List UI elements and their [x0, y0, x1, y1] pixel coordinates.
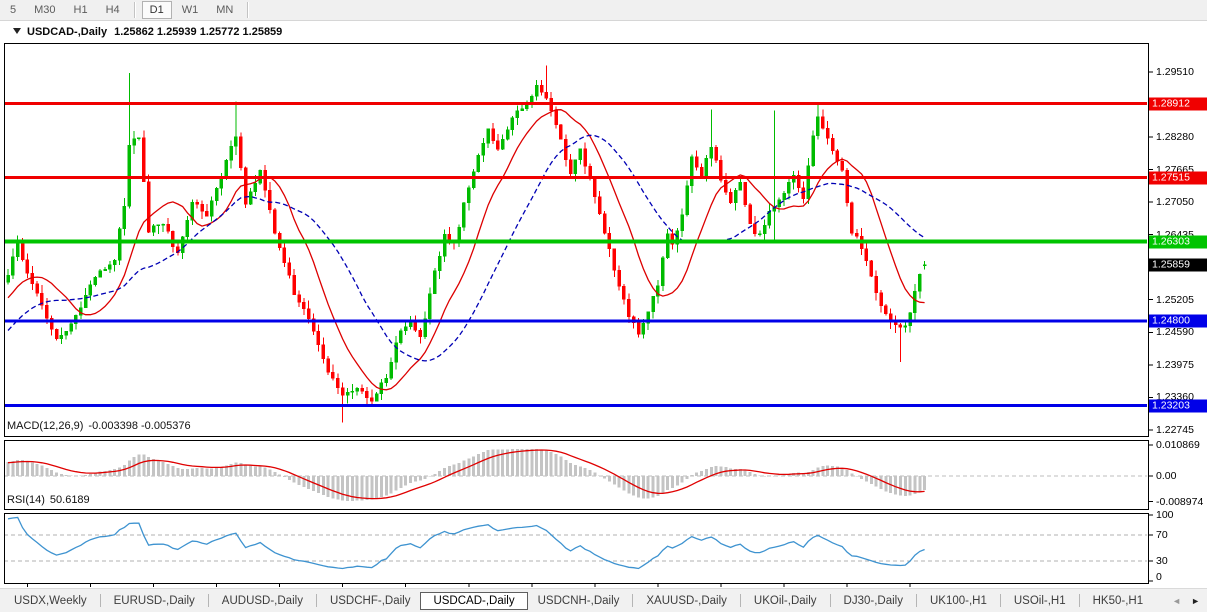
rsi-axis-label: 0 [1156, 571, 1162, 583]
rsi-axis-label: 30 [1156, 555, 1168, 568]
tab-separator [999, 594, 1001, 607]
price-badge: 1.25859 [1149, 258, 1207, 272]
timeframe-m30[interactable]: M30 [26, 1, 63, 19]
chart-window: USDCAD-,Daily 1.25862 1.25939 1.25772 1.2… [0, 21, 1207, 601]
tab-separator [829, 594, 831, 607]
chart-canvas[interactable] [0, 21, 1207, 588]
chart-title: USDCAD-,Daily 1.25862 1.25939 1.25772 1.2… [13, 26, 282, 38]
tab-separator [632, 594, 634, 607]
tab-usdchf-daily[interactable]: USDCHF-,Daily [326, 592, 415, 610]
macd-values: -0.003398 -0.005376 [88, 420, 191, 432]
tab-separator [99, 594, 101, 607]
tab-dj30-daily[interactable]: DJ30-,Daily [840, 592, 907, 610]
tab-audusd-daily[interactable]: AUDUSD-,Daily [218, 592, 307, 610]
timeframe-toolbar: 5 M30 H1 H4 D1 W1 MN [0, 0, 1207, 21]
tab-separator [1078, 594, 1080, 607]
tab-hk50-h1[interactable]: HK50-,H1 [1089, 592, 1148, 610]
price-axis-label: 1.29510 [1156, 66, 1194, 78]
tab-usoil-h1[interactable]: USOil-,H1 [1010, 592, 1070, 610]
rsi-name: RSI(14) [7, 494, 45, 506]
rsi-axis-label: 70 [1156, 528, 1168, 541]
symbol-name: USDCAD-,Daily [27, 26, 108, 38]
price-badge: 1.27515 [1149, 171, 1207, 184]
timeframe-d1[interactable]: D1 [141, 1, 172, 19]
rsi-label: RSI(14) 50.6189 [7, 494, 90, 506]
tab-scroll-arrows: ◄ ► [1172, 589, 1204, 613]
rsi-value: 50.6189 [49, 494, 90, 506]
tab-usdcad-daily[interactable]: USDCAD-,Daily [420, 591, 528, 610]
chart-tabs: USDX,Weekly EURUSD-,Daily AUDUSD-,Daily USD… [0, 591, 1148, 610]
timeframe-w1[interactable]: W1 [174, 1, 207, 19]
macd-label: MACD(12,26,9) -0.003398 -0.005376 [7, 420, 191, 432]
price-axis-label: 1.27050 [1156, 196, 1194, 209]
macd-axis-label: -0.008974 [1156, 495, 1204, 508]
tab-xauusd-daily[interactable]: XAUUSD-,Daily [642, 592, 731, 610]
tabs-scroll-left-icon[interactable]: ◄ [1172, 596, 1181, 606]
timeframe-h1[interactable]: H1 [66, 1, 96, 19]
macd-name: MACD(12,26,9) [7, 420, 84, 432]
toolbar-separator [247, 2, 250, 18]
price-axis-label: 1.25205 [1156, 293, 1194, 306]
timeframe-mn[interactable]: MN [208, 1, 241, 19]
price-axis-label: 1.23975 [1156, 358, 1194, 371]
price-badge: 1.26303 [1149, 235, 1207, 249]
tab-separator [739, 594, 741, 607]
price-axis-label: 1.24590 [1156, 326, 1194, 339]
price-badge: 1.23203 [1149, 399, 1207, 413]
tab-usdx-weekly[interactable]: USDX,Weekly [10, 592, 91, 610]
price-axis-label: 1.22745 [1156, 423, 1194, 436]
tabs-scroll-right-icon[interactable]: ► [1191, 596, 1200, 606]
ohlc-readout: 1.25862 1.25939 1.25772 1.25859 [114, 26, 283, 38]
macd-axis-label: 0.010869 [1156, 439, 1200, 451]
timeframe-5[interactable]: 5 [2, 1, 24, 19]
tab-separator [915, 594, 917, 607]
symbol-dropdown-icon[interactable] [13, 28, 21, 34]
price-badge: 1.24800 [1149, 314, 1207, 328]
tab-separator [207, 594, 209, 607]
tab-ukoil-daily[interactable]: UKOil-,Daily [750, 592, 821, 610]
mt4-window: 5 M30 H1 H4 D1 W1 MN USDCAD-,Daily 1.25862 1.25… [0, 0, 1207, 612]
tab-uk100-h1[interactable]: UK100-,H1 [926, 592, 991, 610]
tab-eurusd-daily[interactable]: EURUSD-,Daily [110, 592, 199, 610]
toolbar-separator [133, 2, 136, 18]
price-badge: 1.28912 [1149, 97, 1207, 111]
timeframe-h4[interactable]: H4 [98, 1, 128, 19]
tab-usdcnh-daily[interactable]: USDCNH-,Daily [534, 592, 624, 610]
price-axis-label: 1.28280 [1156, 131, 1194, 144]
chart-tab-bar: USDX,Weekly EURUSD-,Daily AUDUSD-,Daily USD… [0, 588, 1207, 612]
tab-separator [315, 594, 317, 607]
macd-axis-label: 0.00 [1156, 470, 1177, 482]
rsi-axis-label: 100 [1156, 509, 1174, 521]
